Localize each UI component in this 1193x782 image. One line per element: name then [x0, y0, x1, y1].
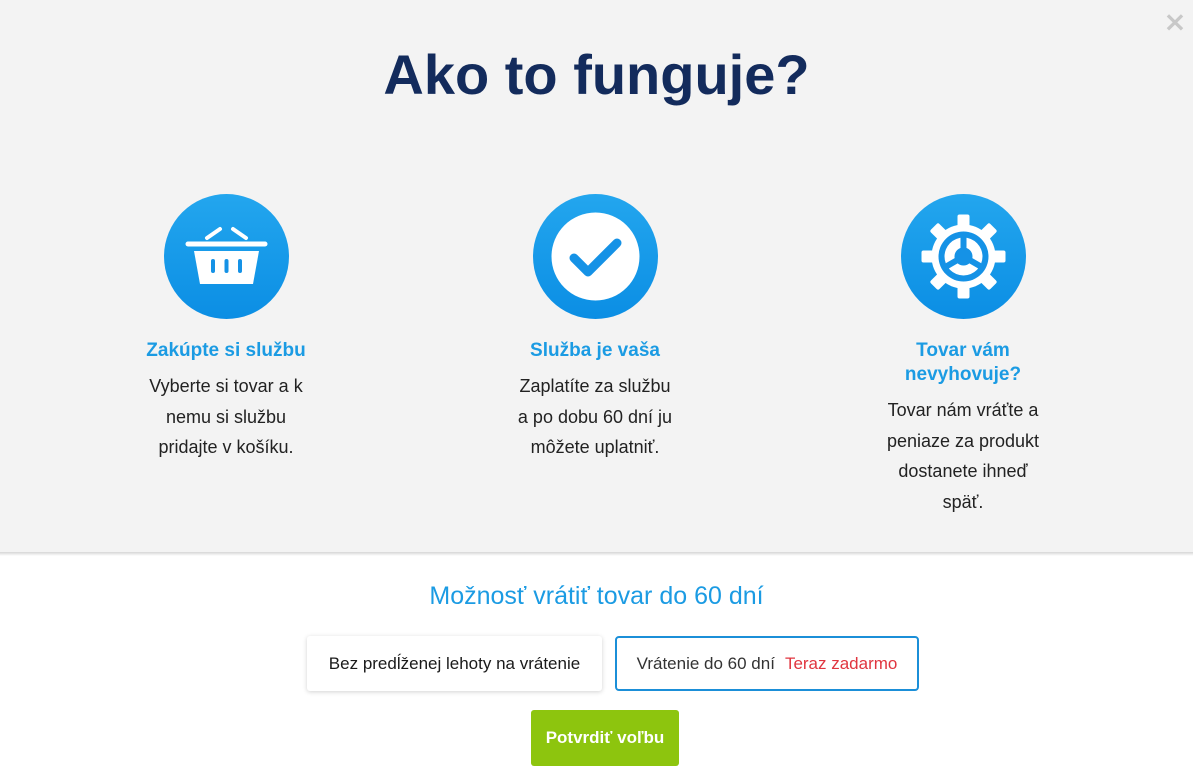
gear-icon — [900, 194, 1026, 319]
how-it-works-section: × Ako to funguje? Zakúpte si službu Vybe… — [0, 0, 1193, 554]
step-title: Tovar vám nevyhovuje? — [904, 340, 1022, 385]
section-divider — [0, 552, 1193, 556]
step-title: Služba je vaša — [530, 340, 660, 361]
free-badge: Teraz zadarmo — [784, 653, 898, 673]
close-icon[interactable]: × — [1161, 8, 1189, 36]
step-purchase: Zakúpte si službu Vyberte si tovar a k n… — [106, 194, 346, 463]
step-text: Zaplatíte za službu a po dobu 60 dní ju … — [517, 376, 673, 457]
step-title: Zakúpte si službu — [146, 340, 306, 361]
option-label: Vrátenie do 60 dní — [636, 653, 775, 673]
option-no-extension[interactable]: Bez predĺženej lehoty na vrátenie — [307, 636, 602, 691]
step-service-yours: Služba je vaša Zaplatíte za službu a po … — [475, 194, 715, 463]
confirm-button[interactable]: Potvrdiť voľbu — [531, 710, 679, 766]
option-label: Bez predĺženej lehoty na vrátenie — [328, 653, 581, 673]
how-it-works-modal: × Ako to funguje? Zakúpte si službu Vybe… — [0, 0, 1193, 782]
step-text: Vyberte si tovar a k nemu si službu prid… — [149, 376, 303, 457]
choice-title: Možnosť vrátiť tovar do 60 dní — [429, 582, 764, 610]
option-60-days-return[interactable]: Vrátenie do 60 dní Teraz zadarmo — [615, 636, 919, 691]
step-text: Tovar nám vráťte a peniaze za produkt do… — [886, 400, 1040, 512]
checkmark-icon — [532, 194, 658, 319]
page-title: Ako to funguje? — [383, 43, 810, 106]
step-return: Tovar vám nevyhovuje? Tovar nám vráťte a… — [843, 194, 1083, 517]
basket-icon — [163, 194, 289, 319]
